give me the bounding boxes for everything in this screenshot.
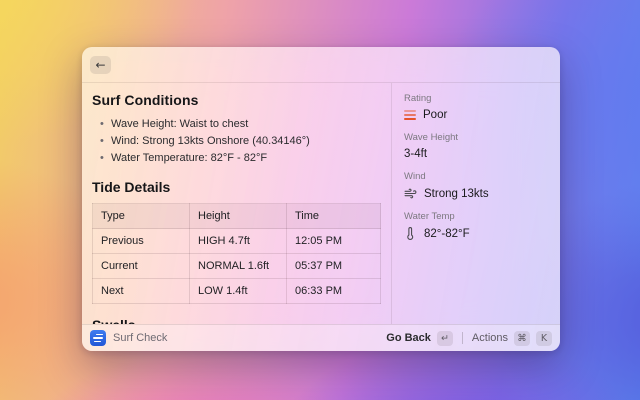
- swells-heading: Swells: [92, 317, 381, 324]
- app-name: Surf Check: [113, 332, 167, 344]
- meta-group-wind: Wind Strong 13kts: [404, 171, 548, 200]
- meta-group-water-temp: Water Temp 82°-82°F: [404, 211, 548, 240]
- column-header-height: Height: [190, 204, 287, 229]
- meta-label: Wave Height: [404, 132, 548, 143]
- surf-conditions-heading: Surf Conditions: [92, 92, 381, 108]
- column-header-time: Time: [287, 204, 381, 229]
- cell-type: Previous: [93, 229, 190, 254]
- rating-levels-icon: [404, 110, 416, 120]
- meta-group-wave-height: Wave Height 3-4ft: [404, 132, 548, 160]
- list-item: Wave Height: Waist to chest: [98, 116, 381, 133]
- tide-table: Type Height Time Previous HIGH 4.7ft 12:…: [92, 203, 381, 304]
- table-row: Next LOW 1.4ft 06:33 PM: [93, 279, 381, 304]
- tide-details-heading: Tide Details: [92, 179, 381, 195]
- list-item: Wind: Strong 13kts Onshore (40.34146°): [98, 133, 381, 150]
- go-back-action[interactable]: Go Back: [386, 332, 431, 344]
- back-button[interactable]: ←: [90, 56, 111, 74]
- table-row: Previous HIGH 4.7ft 12:05 PM: [93, 229, 381, 254]
- thermometer-icon: [404, 227, 417, 240]
- meta-value: Strong 13kts: [424, 188, 489, 200]
- list-item: Water Temperature: 82°F - 82°F: [98, 150, 381, 167]
- return-key-icon: ↵: [437, 331, 453, 346]
- k-key-icon: K: [536, 331, 552, 346]
- window-main: Surf Conditions Wave Height: Waist to ch…: [82, 83, 560, 324]
- cell-height: NORMAL 1.6ft: [190, 254, 287, 279]
- cell-type: Current: [93, 254, 190, 279]
- surf-check-app-icon: [90, 330, 106, 346]
- meta-value: 82°-82°F: [424, 228, 470, 240]
- cell-height: HIGH 4.7ft: [190, 229, 287, 254]
- back-arrow-icon: ←: [95, 59, 105, 71]
- cell-time: 06:33 PM: [287, 279, 381, 304]
- detail-content: Surf Conditions Wave Height: Waist to ch…: [82, 83, 392, 324]
- cell-time: 05:37 PM: [287, 254, 381, 279]
- cell-height: LOW 1.4ft: [190, 279, 287, 304]
- surf-check-window: ← Surf Conditions Wave Height: Waist to …: [82, 47, 560, 351]
- cmd-key-icon: ⌘: [514, 331, 530, 346]
- meta-label: Water Temp: [404, 211, 548, 222]
- actions-menu-button[interactable]: Actions: [472, 332, 508, 344]
- table-row: Current NORMAL 1.6ft 05:37 PM: [93, 254, 381, 279]
- meta-label: Rating: [404, 93, 548, 104]
- column-header-type: Type: [93, 204, 190, 229]
- meta-label: Wind: [404, 171, 548, 182]
- table-header-row: Type Height Time: [93, 204, 381, 229]
- cell-time: 12:05 PM: [287, 229, 381, 254]
- surf-conditions-list: Wave Height: Waist to chest Wind: Strong…: [98, 116, 381, 167]
- wind-icon: [404, 187, 417, 200]
- meta-group-rating: Rating Poor: [404, 93, 548, 121]
- metadata-sidebar: Rating Poor Wave Height 3-4ft Wind: [392, 83, 560, 324]
- footer-divider: [462, 332, 463, 344]
- action-bar: Surf Check Go Back ↵ Actions ⌘ K: [82, 324, 560, 351]
- cell-type: Next: [93, 279, 190, 304]
- meta-value: 3-4ft: [404, 148, 427, 160]
- meta-value: Poor: [423, 109, 447, 121]
- window-header: ←: [82, 47, 560, 83]
